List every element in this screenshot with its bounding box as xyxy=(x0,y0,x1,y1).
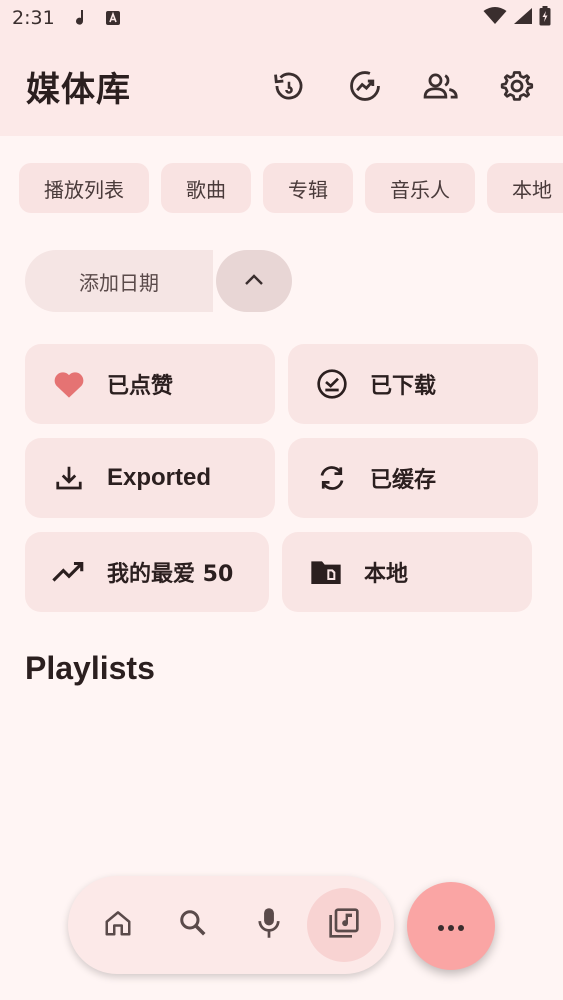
search-icon xyxy=(178,908,208,942)
sort-by-button[interactable]: 添加日期 xyxy=(25,250,213,312)
chip-artists[interactable]: 音乐人 xyxy=(365,163,475,213)
nav-search[interactable] xyxy=(156,888,230,962)
history-icon[interactable] xyxy=(269,66,309,106)
chip-playlists[interactable]: 播放列表 xyxy=(19,163,149,213)
download-check-icon xyxy=(314,366,350,402)
chip-albums[interactable]: 专辑 xyxy=(263,163,353,213)
card-exported[interactable]: Exported xyxy=(25,438,275,518)
card-label: 已缓存 xyxy=(370,468,437,493)
local-folder-icon xyxy=(308,554,344,590)
chip-songs[interactable]: 歌曲 xyxy=(161,163,251,213)
people-icon[interactable] xyxy=(421,66,461,106)
card-local[interactable]: 本地 xyxy=(282,532,532,612)
signal-icon xyxy=(513,7,533,30)
filter-chips: 播放列表 歌曲 专辑 音乐人 本地 xyxy=(19,163,563,213)
card-label: Exported xyxy=(107,464,212,491)
music-note-icon xyxy=(75,9,89,27)
nav-library[interactable] xyxy=(307,888,382,962)
card-downloaded[interactable]: 已下载 xyxy=(288,344,538,424)
home-icon xyxy=(103,908,133,942)
nav-mic[interactable] xyxy=(232,888,306,962)
heart-icon xyxy=(51,366,87,402)
wifi-icon xyxy=(483,6,507,30)
card-cached[interactable]: 已缓存 xyxy=(288,438,538,518)
settings-icon[interactable] xyxy=(497,66,537,106)
sort-row: 添加日期 xyxy=(25,250,292,312)
download-icon xyxy=(51,460,87,496)
chip-local[interactable]: 本地 xyxy=(487,163,563,213)
section-title-playlists: Playlists xyxy=(25,650,155,686)
card-label: 已点赞 xyxy=(107,374,174,399)
trending-icon[interactable] xyxy=(345,66,385,106)
card-label: 我的最爱 50 xyxy=(107,562,234,587)
more-horiz-icon xyxy=(437,917,465,936)
top-app-bar: 媒体库 xyxy=(0,36,563,136)
mic-icon xyxy=(255,907,283,943)
more-button[interactable] xyxy=(407,882,495,970)
page-title: 媒体库 xyxy=(26,69,131,110)
sort-direction-button[interactable] xyxy=(216,250,292,312)
card-top50[interactable]: 我的最爱 50 xyxy=(25,532,269,612)
card-label: 已下载 xyxy=(370,374,437,399)
status-bar: 2:31 xyxy=(0,0,563,36)
chevron-up-icon xyxy=(244,272,264,291)
keyboard-a-icon xyxy=(105,10,121,26)
battery-icon xyxy=(539,5,551,31)
trending-up-icon xyxy=(51,554,87,590)
status-time: 2:31 xyxy=(12,7,55,29)
nav-home[interactable] xyxy=(81,888,155,962)
sync-icon xyxy=(314,460,350,496)
card-label: 本地 xyxy=(364,562,409,587)
bottom-nav xyxy=(68,876,394,974)
library-music-icon xyxy=(328,907,360,943)
card-liked[interactable]: 已点赞 xyxy=(25,344,275,424)
